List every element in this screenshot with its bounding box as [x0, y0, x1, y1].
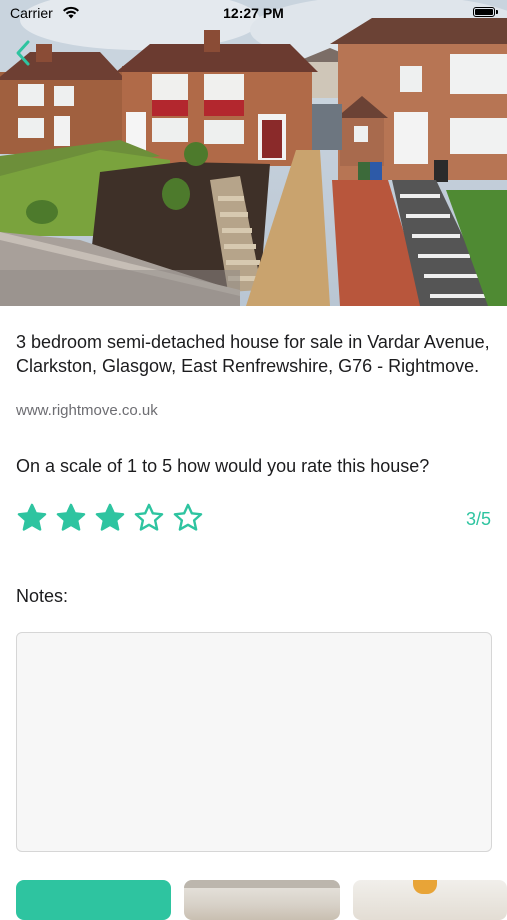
star-icon[interactable] — [133, 502, 165, 534]
star-rating[interactable] — [16, 502, 204, 536]
listing-thumbnail[interactable] — [353, 880, 507, 920]
lamp-shape — [413, 880, 437, 894]
clock: 12:27 PM — [223, 5, 284, 21]
listing-title: 3 bedroom semi-detached house for sale i… — [16, 332, 490, 376]
star-icon[interactable] — [55, 502, 87, 534]
listing-source-url[interactable]: www.rightmove.co.uk — [16, 402, 158, 419]
notes-label: Notes: — [16, 586, 69, 606]
listing-thumbnail[interactable] — [184, 880, 340, 920]
star-icon[interactable] — [172, 502, 204, 534]
chevron-left-icon — [16, 40, 30, 66]
rating-question: On a scale of 1 to 5 how would you rate … — [16, 456, 430, 476]
rating-value: 3/5 — [465, 509, 491, 529]
action-button[interactable] — [16, 880, 171, 920]
listing-photo — [0, 0, 507, 306]
star-icon[interactable] — [94, 502, 126, 534]
battery-icon — [473, 7, 498, 17]
house-photo-illustration — [0, 0, 507, 306]
star-icon[interactable] — [16, 502, 48, 534]
back-button[interactable] — [10, 36, 40, 72]
notes-field[interactable] — [16, 632, 492, 852]
status-bar: Carrier 12:27 PM — [0, 0, 507, 28]
